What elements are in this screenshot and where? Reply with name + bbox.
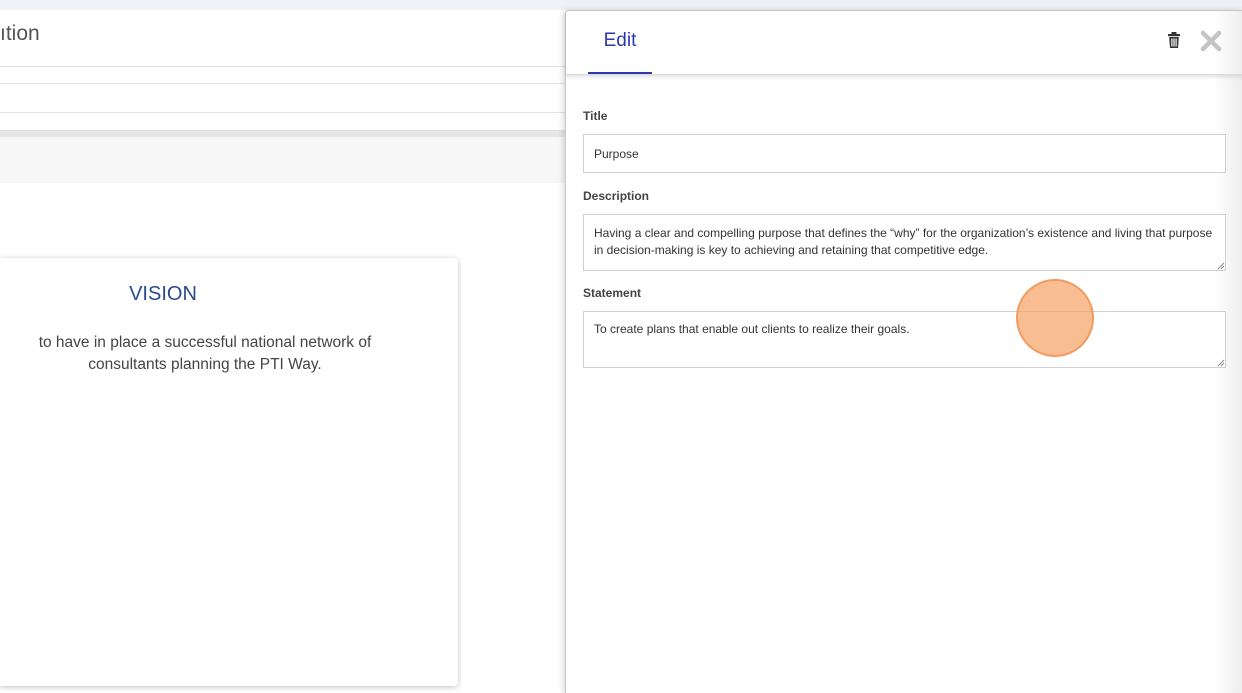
screen: ıtion VISION to have in place a successf… xyxy=(0,0,1242,693)
page-header: ıtion xyxy=(0,10,600,67)
title-input[interactable] xyxy=(583,134,1226,173)
statement-label: Statement xyxy=(583,286,642,300)
panel-header: Edit xyxy=(566,11,1242,75)
description-label: Description xyxy=(583,189,650,203)
vision-title: VISION xyxy=(129,283,197,305)
close-icon[interactable] xyxy=(1199,29,1223,53)
header-row xyxy=(0,84,600,113)
close-icon-glyph xyxy=(1200,30,1222,52)
statement-textarea[interactable]: To create plans that enable out clients … xyxy=(583,311,1226,368)
trash-icon-glyph xyxy=(1168,32,1180,48)
header-row xyxy=(0,113,600,131)
vision-text: to have in place a successful national n… xyxy=(38,334,372,373)
tab-edit[interactable]: Edit xyxy=(588,11,652,74)
resize-handle-icon[interactable] xyxy=(1217,262,1225,270)
header-row xyxy=(0,67,600,84)
resize-handle-icon[interactable] xyxy=(1217,359,1225,367)
toolbar xyxy=(0,131,600,183)
title-label: Title xyxy=(583,109,608,123)
trash-icon[interactable] xyxy=(1167,31,1181,49)
page-title: ıtion xyxy=(0,22,40,45)
edit-panel: Edit Title Descr xyxy=(565,10,1242,693)
description-textarea[interactable]: Having a clear and compelling purpose th… xyxy=(583,214,1226,271)
vision-card[interactable]: VISION to have in place a successful nat… xyxy=(0,258,458,686)
